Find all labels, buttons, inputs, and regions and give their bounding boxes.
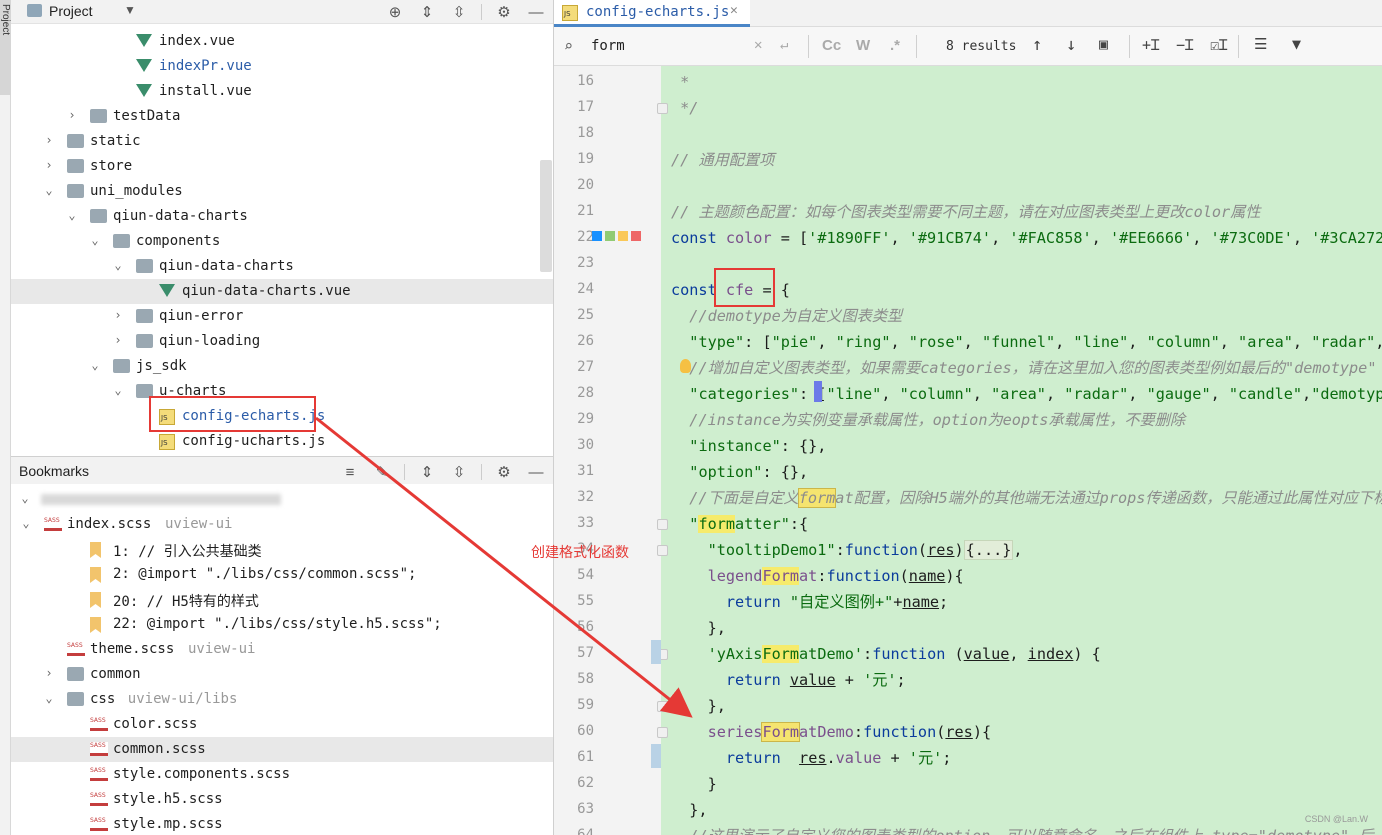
annotation-arrow xyxy=(315,416,693,718)
watermark: CSDN @Lan.W xyxy=(1304,814,1368,824)
annotation-label: 创建格式化函数 xyxy=(531,545,629,561)
